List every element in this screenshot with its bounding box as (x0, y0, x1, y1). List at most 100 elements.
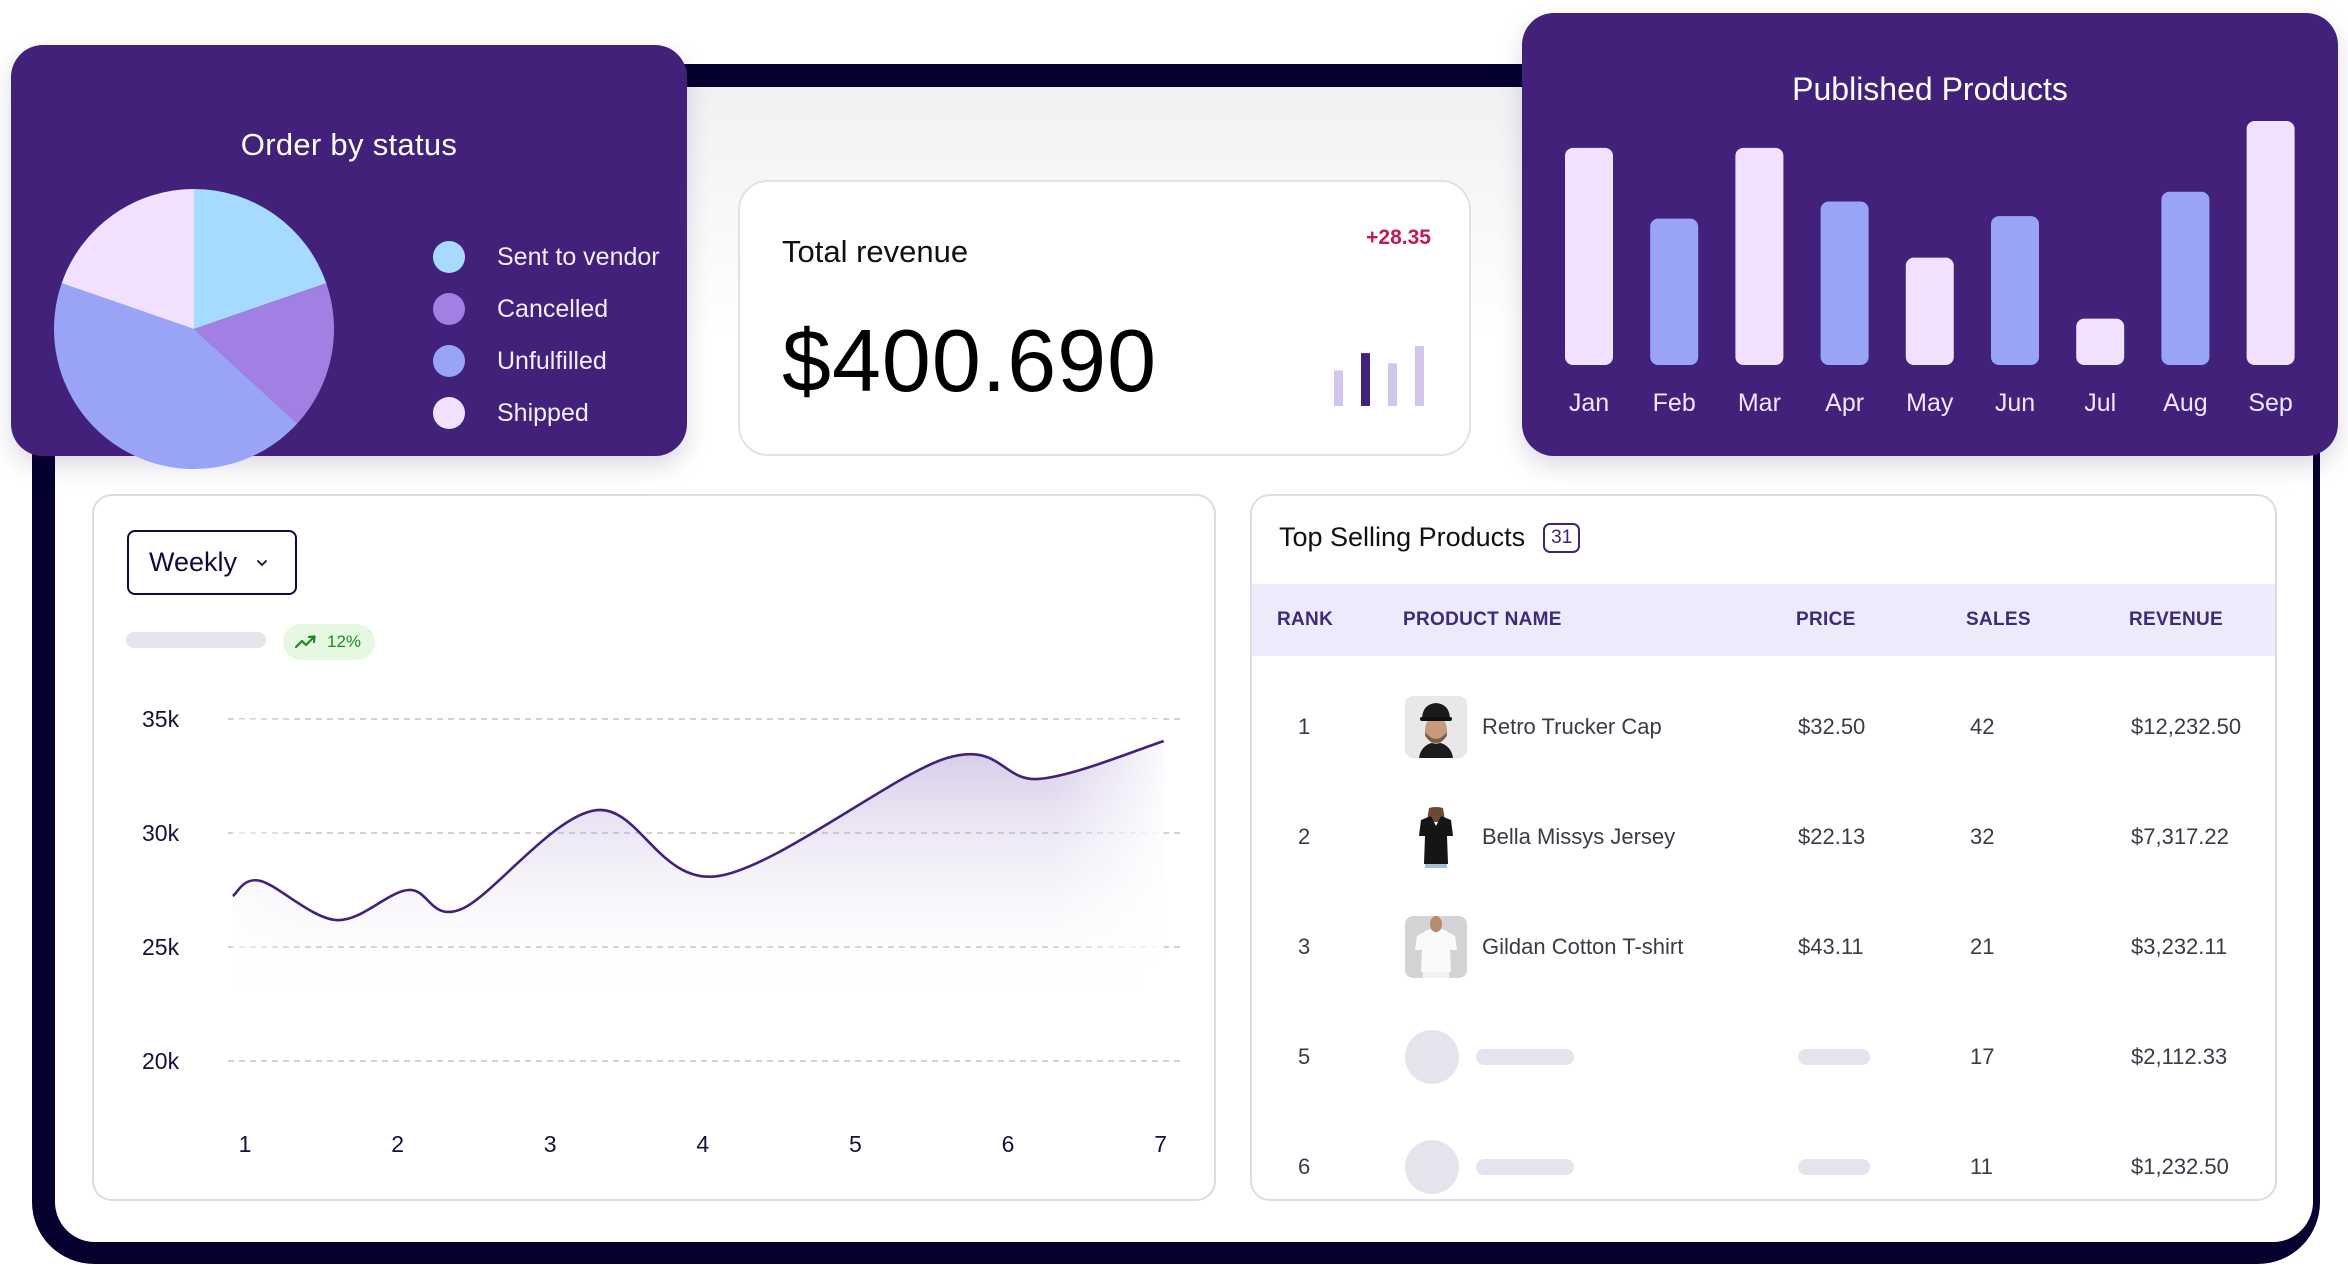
sales-cell: 32 (1970, 824, 1995, 849)
order-status-legend: Sent to vendor Cancelled Unfulfilled Shippe… (433, 231, 660, 439)
legend-item[interactable]: Unfulfilled (433, 335, 660, 387)
table-row[interactable]: 5 17 $2,112.33 (1252, 1002, 2275, 1112)
thumbnail-placeholder (1405, 1030, 1459, 1084)
x-tick-label: Apr (1825, 389, 1864, 417)
name-placeholder (1476, 1049, 1574, 1065)
product-name-cell[interactable]: Bella Missys Jersey (1482, 824, 1675, 850)
sparkbar (1388, 363, 1397, 406)
price-cell: $43.11 (1798, 934, 1864, 959)
sales-area-chart: 35k 30k 25k 20k 1 2 3 4 5 6 7 (142, 706, 1185, 1157)
legend-swatch (433, 293, 465, 325)
total-revenue-value: $400.690 (782, 311, 1158, 410)
column-header-revenue[interactable]: REVENUE (2129, 609, 2223, 631)
sales-cell: 11 (1970, 1154, 1993, 1179)
product-thumbnail-cap (1405, 696, 1467, 758)
published-products-bar-chart: Jan Feb Mar Apr May Jun Jul Aug Sep (1565, 121, 2295, 417)
rank-cell: 5 (1298, 1044, 1311, 1069)
bar-apr[interactable] (1820, 201, 1869, 365)
legend-swatch (433, 241, 465, 273)
rank-cell: 6 (1298, 1154, 1311, 1179)
y-tick-label: 25k (142, 934, 180, 960)
dashboard-stage: Order by status Sent to vendor Cancelled U… (0, 0, 2348, 1265)
revenue-cell: $12,232.50 (2131, 714, 2242, 739)
total-revenue-card: Total revenue +28.35 $400.690 (738, 180, 1471, 456)
price-placeholder (1798, 1159, 1870, 1175)
rank-cell: 1 (1298, 714, 1311, 739)
legend-label: Shipped (497, 398, 589, 427)
x-tick-label: Aug (2163, 389, 2207, 417)
revenue-cell: $2,112.33 (2131, 1044, 2228, 1069)
column-header-product-name[interactable]: PRODUCT NAME (1403, 609, 1562, 631)
bar-jan[interactable] (1565, 147, 1613, 365)
name-placeholder (1476, 1159, 1574, 1175)
sales-cell: 21 (1970, 934, 1995, 959)
x-tick-label: 3 (544, 1131, 557, 1157)
product-thumbnail-jersey (1405, 806, 1467, 868)
bar-sep[interactable] (2246, 121, 2295, 365)
x-tick-label: Mar (1738, 389, 1781, 417)
sparkbar (1415, 346, 1424, 406)
revenue-cell: $3,232.11 (2131, 934, 2228, 959)
table-header: RANK PRODUCT NAME PRICE SALES REVENUE (1252, 584, 2275, 656)
x-tick-label: 4 (696, 1131, 709, 1157)
sparkbar (1361, 353, 1370, 406)
legend-swatch (433, 397, 465, 429)
legend-item[interactable]: Shipped (433, 387, 660, 439)
legend-item[interactable]: Cancelled (433, 283, 660, 335)
bar-aug[interactable] (2161, 191, 2210, 365)
revenue-cell: $7,317.22 (2131, 824, 2229, 849)
top-selling-title-row: Top Selling Products 31 (1279, 522, 1581, 553)
y-tick-label: 20k (142, 1048, 180, 1074)
legend-label: Unfulfilled (497, 346, 607, 375)
column-header-sales[interactable]: SALES (1966, 609, 2031, 631)
x-tick-label: May (1906, 389, 1954, 417)
x-tick-label: 7 (1154, 1131, 1167, 1157)
x-tick-label: 5 (849, 1131, 862, 1157)
legend-label: Sent to vendor (497, 242, 660, 271)
column-header-price[interactable]: PRICE (1796, 609, 1856, 631)
area-fade (232, 719, 1164, 1004)
product-thumbnail (1405, 806, 1467, 868)
table-row[interactable]: 2 Bella Missys Jersey $22.13 32 $7,317.22 (1252, 782, 2275, 892)
revenue-delta: +28.35 (1366, 226, 1431, 249)
x-tick-label: Sep (2248, 389, 2292, 417)
column-header-rank[interactable]: RANK (1277, 609, 1333, 631)
table-row[interactable]: 1 Retro Trucker Cap $32.50 42 $12,232.50 (1252, 672, 2275, 782)
sales-chart-card: Weekly 12% 35k 30k 25k 20k 1 2 3 4 5 6 7 (92, 494, 1216, 1201)
revenue-cell: $1,232.50 (2131, 1154, 2229, 1179)
bar-jul[interactable] (2076, 318, 2125, 365)
x-tick-label: Jan (1569, 389, 1609, 417)
legend-item[interactable]: Sent to vendor (433, 231, 660, 283)
x-tick-label: 1 (239, 1131, 252, 1157)
y-tick-label: 35k (142, 706, 180, 732)
x-tick-label: 2 (391, 1131, 404, 1157)
top-selling-products-card: Top Selling Products 31 RANK PRODUCT NAM… (1250, 494, 2277, 1201)
published-products-card: Published Products Jan Feb Mar Apr May Jun Jul… (1522, 13, 2338, 456)
top-selling-title: Top Selling Products (1279, 522, 1526, 552)
price-placeholder (1798, 1049, 1870, 1065)
rank-cell: 3 (1298, 934, 1311, 959)
price-cell: $22.13 (1798, 824, 1866, 849)
product-thumbnail-tshirt (1405, 916, 1467, 978)
sales-cell: 17 (1970, 1044, 1995, 1069)
bar-feb[interactable] (1650, 218, 1699, 365)
revenue-sparkbars (1334, 346, 1424, 406)
table-row[interactable]: 3 Gildan Cotton T-shirt $43.11 21 $3,232.11 (1252, 892, 2275, 1002)
product-name-cell[interactable]: Gildan Cotton T-shirt (1482, 934, 1683, 960)
bar-may[interactable] (1905, 257, 1954, 365)
sparkbar (1334, 370, 1343, 406)
sales-cell: 42 (1970, 714, 1995, 739)
x-tick-label: Jul (2084, 389, 2116, 417)
legend-label: Cancelled (497, 294, 609, 323)
price-cell: $32.50 (1798, 714, 1866, 739)
table-row[interactable]: 6 11 $1,232.50 (1252, 1112, 2275, 1199)
total-revenue-label: Total revenue (782, 234, 969, 269)
product-thumbnail (1405, 696, 1467, 758)
order-status-pie-chart (53, 189, 334, 470)
y-tick-label: 30k (142, 820, 180, 846)
x-tick-label: 6 (1002, 1131, 1015, 1157)
bar-mar[interactable] (1735, 147, 1784, 365)
bar-jun[interactable] (1991, 216, 2039, 365)
product-name-cell[interactable]: Retro Trucker Cap (1482, 714, 1662, 740)
rank-cell: 2 (1298, 824, 1311, 849)
